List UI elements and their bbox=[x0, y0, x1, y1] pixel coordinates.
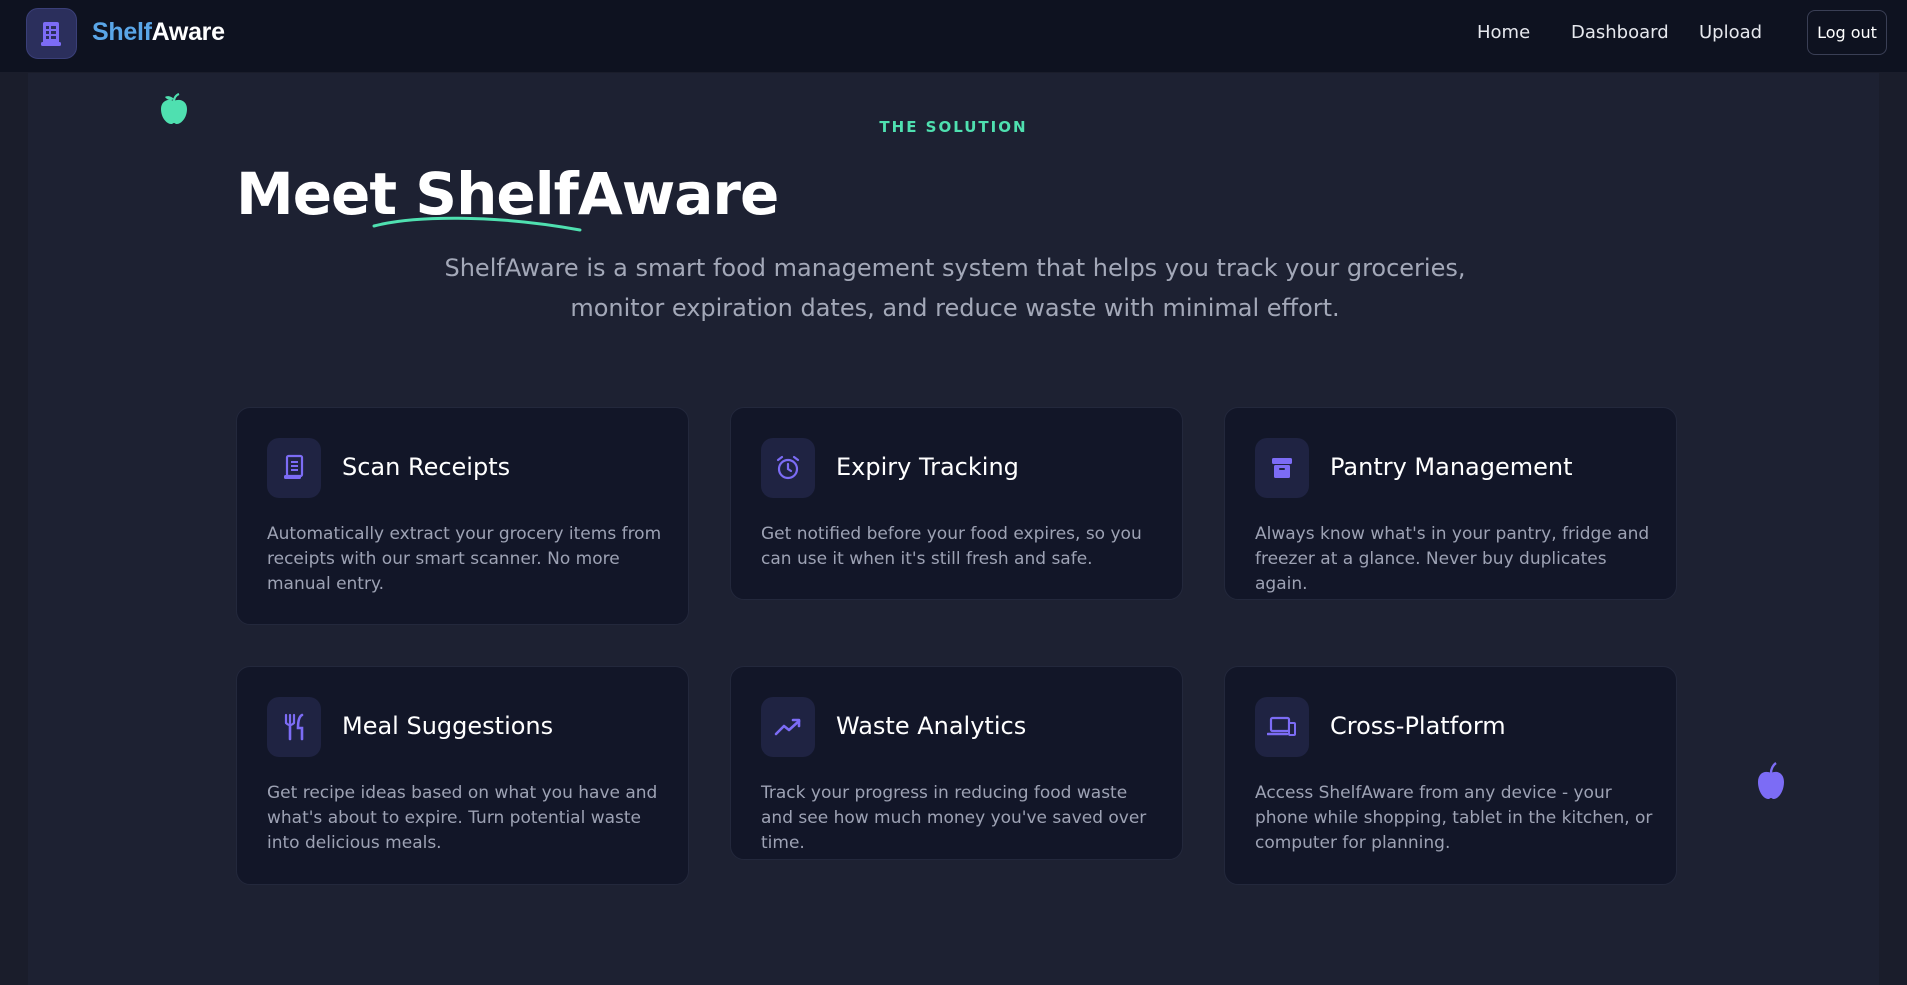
archive-box-icon bbox=[1255, 438, 1309, 498]
logout-button[interactable]: Log out bbox=[1807, 10, 1887, 55]
nav-link-dashboard[interactable]: Dashboard bbox=[1571, 22, 1669, 43]
alarm-clock-icon bbox=[761, 438, 815, 498]
feature-title: Pantry Management bbox=[1330, 453, 1573, 481]
receipt-icon bbox=[267, 438, 321, 498]
feature-title: Scan Receipts bbox=[342, 453, 511, 481]
feature-card-scan-receipts: Scan Receipts Automatically extract your… bbox=[236, 407, 689, 625]
feature-description: Automatically extract your grocery items… bbox=[267, 524, 662, 594]
feature-card-cross-platform: Cross-Platform Access ShelfAware from an… bbox=[1224, 666, 1677, 885]
feature-card-waste-analytics: Waste Analytics Track your progress in r… bbox=[730, 666, 1183, 860]
brand-name[interactable]: ShelfAware bbox=[92, 18, 225, 47]
feature-description: Always know what's in your pantry, fridg… bbox=[1255, 524, 1650, 594]
feature-title: Meal Suggestions bbox=[342, 712, 554, 740]
feature-description: Get recipe ideas based on what you have … bbox=[267, 783, 658, 853]
feature-description: Get notified before your food expires, s… bbox=[761, 524, 1142, 569]
devices-icon bbox=[1255, 697, 1309, 757]
feature-card-pantry-management: Pantry Management Always know what's in … bbox=[1224, 407, 1677, 600]
feature-card-expiry-tracking: Expiry Tracking Get notified before your… bbox=[730, 407, 1183, 600]
feature-description: Access ShelfAware from any device - your… bbox=[1255, 783, 1653, 853]
feature-title: Expiry Tracking bbox=[836, 453, 1019, 481]
section-eyebrow: THE SOLUTION bbox=[879, 118, 1028, 136]
brand-part-aware: Aware bbox=[151, 18, 225, 46]
feature-title: Waste Analytics bbox=[836, 712, 1027, 740]
headline-underline-decoration bbox=[372, 216, 582, 232]
feature-title: Cross-Platform bbox=[1330, 712, 1506, 740]
trending-up-icon bbox=[761, 697, 815, 757]
fork-knife-icon bbox=[267, 697, 321, 757]
logo-receipt-icon[interactable] bbox=[26, 8, 77, 59]
top-navbar: ShelfAware Home Dashboard Upload Log out bbox=[0, 0, 1907, 72]
nav-link-upload[interactable]: Upload bbox=[1699, 22, 1762, 43]
nav-link-home[interactable]: Home bbox=[1477, 22, 1530, 43]
apple-icon-purple bbox=[1758, 762, 1784, 799]
feature-card-meal-suggestions: Meal Suggestions Get recipe ideas based … bbox=[236, 666, 689, 885]
brand-part-shelf: Shelf bbox=[92, 18, 152, 46]
feature-description: Track your progress in reducing food was… bbox=[761, 783, 1147, 853]
hero-description: ShelfAware is a smart food management sy… bbox=[444, 254, 1466, 322]
